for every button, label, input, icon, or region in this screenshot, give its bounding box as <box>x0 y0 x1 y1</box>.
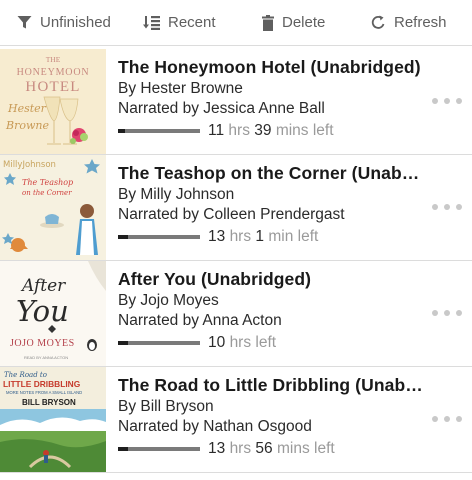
more-dots-icon[interactable] <box>432 306 462 320</box>
progress-section: 13 hrs 56 mins left <box>118 439 335 459</box>
minutes-value: 39 <box>254 122 272 139</box>
book-author: By Bill Bryson <box>118 398 214 415</box>
hours-value: 10 <box>208 334 226 351</box>
progress-bar <box>118 235 200 239</box>
progress-section: 11 hrs 39 mins left <box>118 121 334 141</box>
svg-text:HOTEL: HOTEL <box>25 79 80 95</box>
hours-value: 13 <box>208 440 226 457</box>
svg-text:Browne: Browne <box>5 119 49 132</box>
book-cover: After You JOJO MOYES READ BY ANNA ACTON <box>0 261 106 366</box>
progress-section: 10 hrs left <box>118 333 276 353</box>
delete-button[interactable]: Delete <box>262 0 325 45</box>
book-narrator: Narrated by Nathan Osgood <box>118 418 312 435</box>
progress-fill <box>118 341 128 345</box>
book-title: After You (Unabridged) <box>118 269 312 289</box>
svg-text:MORE NOTES FROM A SMALL ISLAND: MORE NOTES FROM A SMALL ISLAND <box>6 390 82 395</box>
progress-bar <box>118 129 200 133</box>
more-dots-icon[interactable] <box>432 412 462 426</box>
svg-text:You: You <box>16 294 69 328</box>
book-cover: The Road to LITTLE DRIBBLING MORE NOTES … <box>0 367 106 472</box>
audiobook-list: THE HONEYMOON HOTEL Hester Browne The Ho… <box>0 49 472 473</box>
more-dots-icon[interactable] <box>432 94 462 108</box>
svg-text:THE: THE <box>46 55 61 64</box>
book-title: The Honeymoon Hotel (Unabridged) <box>118 57 421 77</box>
svg-text:After: After <box>20 276 66 296</box>
minutes-unit: min left <box>268 228 319 245</box>
cover-art-after-you: After You JOJO MOYES READ BY ANNA ACTON <box>0 261 106 366</box>
trash-icon <box>262 14 274 31</box>
hours-unit: hrs <box>229 228 252 245</box>
audiobook-row[interactable]: After You JOJO MOYES READ BY ANNA ACTON … <box>0 261 472 367</box>
recent-label: Recent <box>168 14 216 31</box>
time-remaining: 13 hrs 56 mins left <box>208 440 335 458</box>
book-title: The Road to Little Dribbling (Unabridged… <box>118 375 426 395</box>
svg-text:BILL BRYSON: BILL BRYSON <box>22 398 76 407</box>
filter-icon <box>17 16 32 29</box>
svg-text:LITTLE DRIBBLING: LITTLE DRIBBLING <box>3 379 80 389</box>
toolbar: Unfinished Recent Delete Refresh <box>0 0 472 46</box>
time-remaining: 13 hrs 1 min left <box>208 228 318 246</box>
progress-section: 13 hrs 1 min left <box>118 227 318 247</box>
svg-text:READ BY ANNA ACTON: READ BY ANNA ACTON <box>24 355 68 360</box>
more-dots-icon[interactable] <box>432 200 462 214</box>
unfinished-filter-button[interactable]: Unfinished <box>17 0 111 45</box>
book-cover: THE HONEYMOON HOTEL Hester Browne <box>0 49 106 154</box>
book-narrator: Narrated by Jessica Anne Ball <box>118 100 325 117</box>
cover-art-honeymoon-hotel: THE HONEYMOON HOTEL Hester Browne <box>0 49 106 154</box>
progress-fill <box>118 235 128 239</box>
hours-unit: hrs <box>229 440 252 457</box>
hours-value: 13 <box>208 228 226 245</box>
progress-fill <box>118 447 128 451</box>
time-remaining: 11 hrs 39 mins left <box>208 122 334 140</box>
unfinished-label: Unfinished <box>40 14 111 31</box>
time-remaining: 10 hrs left <box>208 334 276 352</box>
minutes-unit: mins left <box>276 440 335 457</box>
recent-sort-button[interactable]: Recent <box>143 0 216 45</box>
hours-unit: hrs <box>229 334 252 351</box>
svg-text:The Road to: The Road to <box>4 371 47 379</box>
hours-value: 11 <box>208 122 225 139</box>
progress-fill <box>118 129 125 133</box>
refresh-label: Refresh <box>394 14 447 31</box>
book-narrator: Narrated by Colleen Prendergast <box>118 206 345 223</box>
minutes-unit: mins left <box>275 122 334 139</box>
cover-art-little-dribbling: The Road to LITTLE DRIBBLING MORE NOTES … <box>0 367 106 472</box>
refresh-icon <box>371 15 385 29</box>
svg-text:on the Corner: on the Corner <box>22 189 72 197</box>
book-cover: MillyJohnson The Teashop on the Corner <box>0 155 106 260</box>
book-author: By Milly Johnson <box>118 186 235 203</box>
cover-art-teashop: MillyJohnson The Teashop on the Corner <box>0 155 106 260</box>
svg-text:JOJO MOYES: JOJO MOYES <box>10 338 75 349</box>
refresh-button[interactable]: Refresh <box>371 0 447 45</box>
book-narrator: Narrated by Anna Acton <box>118 312 282 329</box>
minutes-value: 1 <box>255 228 265 245</box>
minutes-value: 56 <box>255 440 273 457</box>
hours-unit: hrs <box>228 122 250 139</box>
svg-text:MillyJohnson: MillyJohnson <box>3 160 56 170</box>
book-author: By Hester Browne <box>118 80 243 97</box>
audiobook-row[interactable]: The Road to LITTLE DRIBBLING MORE NOTES … <box>0 367 472 473</box>
book-title: The Teashop on the Corner (Unabridged) <box>118 163 426 183</box>
svg-text:Hester: Hester <box>7 102 47 115</box>
svg-text:HONEYMOON: HONEYMOON <box>17 67 90 78</box>
audiobook-row[interactable]: MillyJohnson The Teashop on the Corner T… <box>0 155 472 261</box>
delete-label: Delete <box>282 14 326 31</box>
book-author: By Jojo Moyes <box>118 292 219 309</box>
progress-bar <box>118 447 200 451</box>
sort-icon <box>143 16 160 30</box>
audiobook-row[interactable]: THE HONEYMOON HOTEL Hester Browne The Ho… <box>0 49 472 155</box>
svg-text:The Teashop: The Teashop <box>22 178 73 187</box>
minutes-unit: left <box>255 334 277 351</box>
progress-bar <box>118 341 200 345</box>
